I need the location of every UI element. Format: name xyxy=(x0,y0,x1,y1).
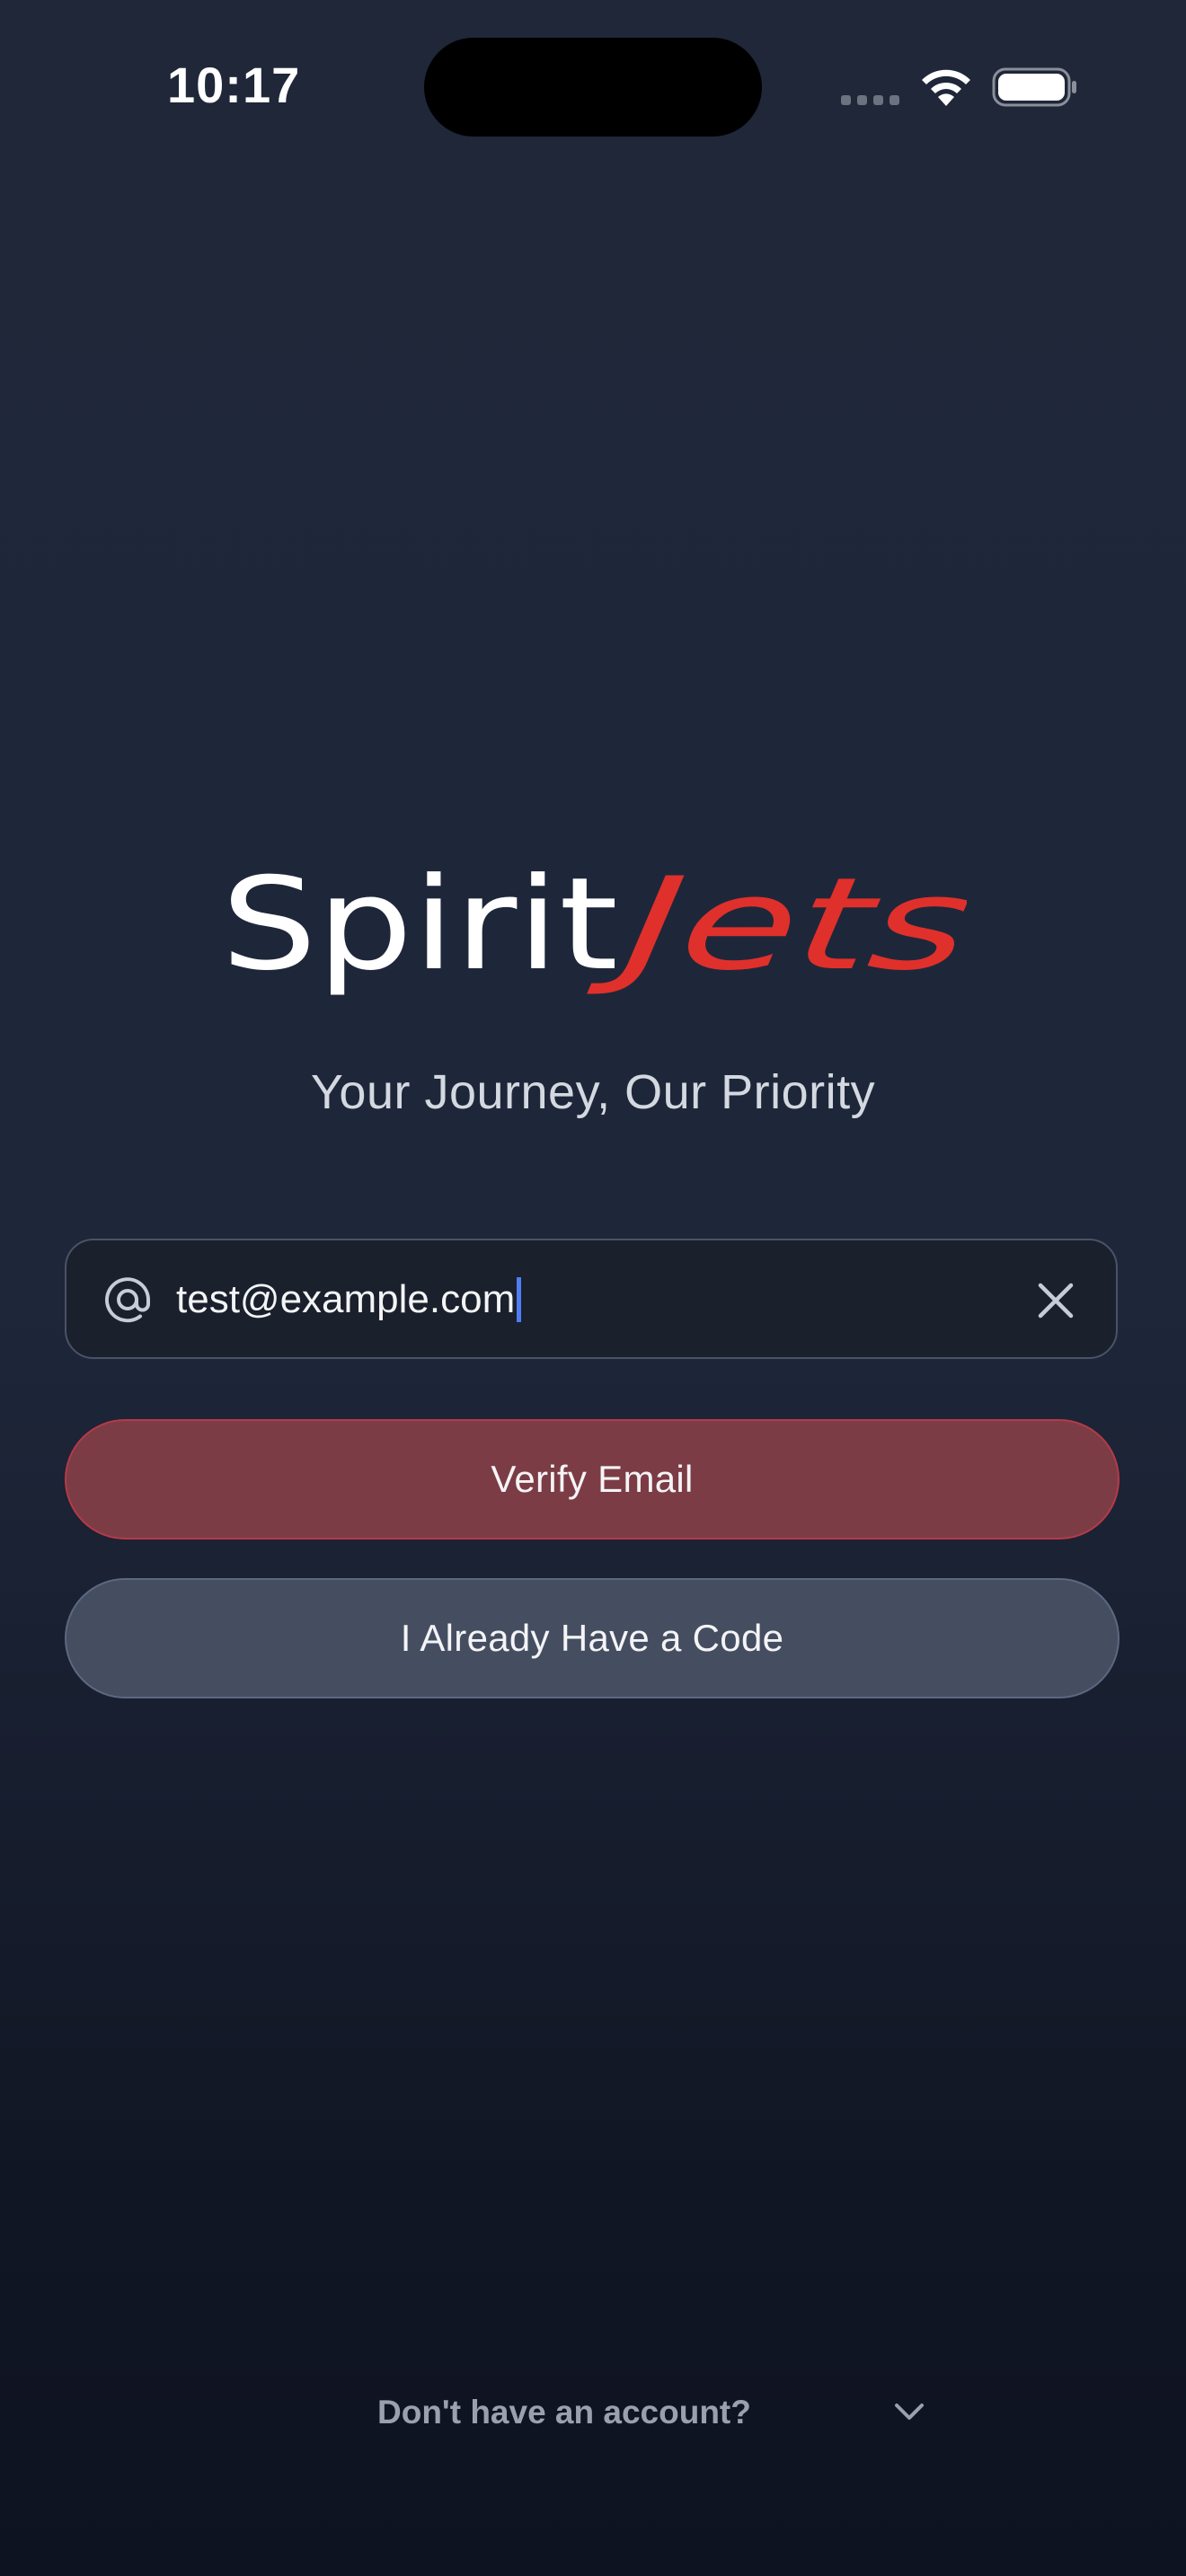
signup-toggle[interactable]: Don't have an account? xyxy=(377,2386,934,2439)
chevron-down-icon xyxy=(895,2404,924,2420)
have-code-button[interactable]: I Already Have a Code xyxy=(65,1578,1120,1698)
close-icon[interactable] xyxy=(1035,1280,1076,1321)
cellular-signal-icon xyxy=(841,95,899,105)
svg-text:Jets: Jets xyxy=(586,862,967,997)
battery-icon xyxy=(992,67,1076,107)
text-caret xyxy=(517,1277,522,1322)
status-time: 10:17 xyxy=(167,57,301,113)
at-icon xyxy=(105,1277,150,1323)
spiritjets-logo: Spirit Jets xyxy=(221,862,967,997)
email-input-text: test@example.com xyxy=(176,1277,516,1321)
email-input-value[interactable]: test@example.com xyxy=(176,1275,522,1325)
svg-text:Spirit: Spirit xyxy=(221,862,618,997)
wifi-icon xyxy=(922,69,970,106)
dynamic-island xyxy=(424,38,762,137)
tagline: Your Journey, Our Priority xyxy=(310,1065,876,1119)
verify-email-button[interactable]: Verify Email xyxy=(65,1419,1120,1539)
login-screen: 10:17 Spirit Jets Your Journey, Our Prio… xyxy=(0,0,1186,2576)
signup-prompt: Don't have an account? xyxy=(377,2394,751,2430)
email-field[interactable]: test@example.com xyxy=(65,1239,1118,1359)
